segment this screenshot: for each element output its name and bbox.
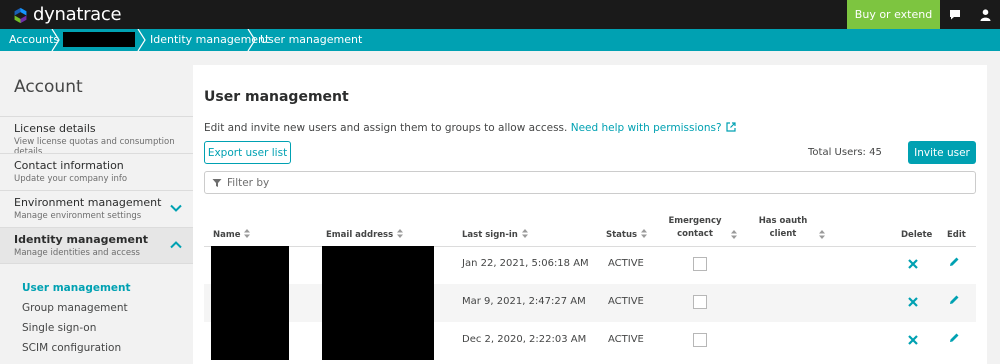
sidebar-item-subtitle: Manage identities and access bbox=[14, 248, 140, 258]
column-header-oauth-client[interactable]: Has oauth client bbox=[757, 215, 809, 241]
sidebar-link-group-management[interactable]: Group management bbox=[22, 302, 128, 314]
column-header-label: Has oauth client bbox=[758, 216, 808, 239]
breadcrumb: Accounts Identity management User manage… bbox=[0, 29, 1000, 51]
email-redacted bbox=[322, 284, 434, 322]
page-title: User management bbox=[204, 89, 349, 105]
sidebar-item-label: Environment management bbox=[14, 196, 162, 209]
sidebar-link-single-sign-on[interactable]: Single sign-on bbox=[22, 322, 96, 334]
breadcrumb-separator-icon bbox=[137, 29, 146, 51]
emergency-contact-checkbox[interactable] bbox=[693, 257, 707, 271]
edit-icon[interactable] bbox=[948, 256, 960, 268]
help-permissions-link[interactable]: Need help with permissions? bbox=[571, 122, 736, 134]
column-header-label: Last sign-in bbox=[462, 230, 518, 240]
column-header-delete: Delete bbox=[901, 230, 933, 240]
sort-icon bbox=[641, 229, 648, 238]
user-icon[interactable] bbox=[970, 0, 1000, 29]
delete-icon[interactable] bbox=[907, 296, 919, 308]
email-redacted bbox=[322, 322, 434, 360]
status-cell: ACTIVE bbox=[608, 334, 644, 345]
sidebar-link-scim-configuration[interactable]: SCIM configuration bbox=[22, 342, 121, 354]
breadcrumb-separator-icon bbox=[247, 29, 256, 51]
table-row: Mar 9, 2021, 2:47:27 AM ACTIVE bbox=[204, 284, 976, 322]
delete-icon[interactable] bbox=[907, 258, 919, 270]
column-header-label: Emergency contact bbox=[668, 216, 722, 239]
sidebar-item-subtitle: Manage environment settings bbox=[14, 211, 142, 221]
sidebar-item-label: Contact information bbox=[14, 159, 124, 172]
column-header-edit: Edit bbox=[947, 230, 966, 240]
last-signin-cell: Mar 9, 2021, 2:47:27 AM bbox=[462, 296, 586, 307]
breadcrumb-separator-icon bbox=[51, 29, 60, 51]
dynatrace-logo-icon bbox=[14, 7, 27, 23]
emergency-contact-checkbox[interactable] bbox=[693, 333, 707, 347]
total-users-count: Total Users: 45 bbox=[808, 147, 882, 158]
main-panel: User management Edit and invite new user… bbox=[193, 65, 987, 364]
sidebar-title: Account bbox=[14, 77, 83, 97]
last-signin-cell: Jan 22, 2021, 5:06:18 AM bbox=[462, 258, 589, 269]
sidebar-item-environment-management[interactable]: Environment management Manage environmen… bbox=[0, 190, 193, 227]
name-redacted bbox=[211, 322, 289, 360]
sidebar: Account License details View license quo… bbox=[0, 51, 193, 364]
delete-icon[interactable] bbox=[907, 334, 919, 346]
sidebar-item-subtitle: Update your company info bbox=[14, 174, 128, 184]
status-cell: ACTIVE bbox=[608, 258, 644, 269]
last-signin-cell: Dec 2, 2020, 2:22:03 AM bbox=[462, 334, 587, 345]
chat-icon[interactable] bbox=[940, 0, 970, 29]
sidebar-item-identity-management[interactable]: Identity management Manage identities an… bbox=[0, 227, 193, 264]
status-cell: ACTIVE bbox=[608, 296, 644, 307]
invite-user-button[interactable]: Invite user bbox=[908, 141, 976, 164]
breadcrumb-account-redacted[interactable] bbox=[63, 32, 135, 47]
sidebar-link-user-management[interactable]: User management bbox=[22, 282, 131, 294]
sidebar-item-contact-information[interactable]: Contact information Update your company … bbox=[0, 153, 193, 190]
chevron-down-icon[interactable] bbox=[169, 201, 183, 215]
export-user-list-button[interactable]: Export user list bbox=[204, 141, 291, 164]
page-description: Edit and invite new users and assign the… bbox=[204, 122, 736, 134]
dynatrace-logo[interactable]: dynatrace bbox=[12, 4, 122, 25]
sort-icon[interactable] bbox=[731, 230, 737, 239]
buy-or-extend-button[interactable]: Buy or extend bbox=[847, 0, 940, 29]
filter-icon bbox=[212, 179, 222, 187]
column-header-label: Status bbox=[606, 230, 638, 240]
name-redacted bbox=[211, 246, 289, 284]
description-text: Edit and invite new users and assign the… bbox=[204, 122, 568, 134]
emergency-contact-checkbox[interactable] bbox=[693, 295, 707, 309]
sidebar-item-label: Identity management bbox=[14, 233, 149, 246]
column-header-name[interactable]: Name bbox=[213, 229, 251, 242]
filter-bar[interactable] bbox=[204, 171, 976, 194]
table-row: Dec 2, 2020, 2:22:03 AM ACTIVE bbox=[204, 322, 976, 360]
chevron-up-icon[interactable] bbox=[169, 238, 183, 252]
sort-icon bbox=[244, 229, 251, 238]
top-bar: dynatrace Buy or extend bbox=[0, 0, 1000, 29]
help-link-label: Need help with permissions? bbox=[570, 122, 722, 134]
column-header-email[interactable]: Email address bbox=[326, 229, 404, 242]
breadcrumb-user-management: User management bbox=[260, 33, 363, 46]
brand-name: dynatrace bbox=[33, 4, 122, 25]
column-header-label: Name bbox=[213, 230, 241, 240]
column-header-status[interactable]: Status bbox=[606, 229, 648, 242]
edit-icon[interactable] bbox=[948, 294, 960, 306]
column-header-label: Email address bbox=[326, 230, 394, 240]
column-header-last-signin[interactable]: Last sign-in bbox=[462, 229, 528, 242]
sort-icon bbox=[521, 229, 528, 238]
sort-icon bbox=[397, 229, 404, 238]
external-link-icon bbox=[725, 122, 736, 132]
name-redacted bbox=[211, 284, 289, 322]
sidebar-item-license-details[interactable]: License details View license quotas and … bbox=[0, 116, 193, 157]
sort-icon[interactable] bbox=[819, 230, 825, 239]
email-redacted bbox=[322, 246, 434, 284]
edit-icon[interactable] bbox=[948, 332, 960, 344]
filter-input[interactable] bbox=[227, 173, 927, 192]
column-header-emergency-contact[interactable]: Emergency contact bbox=[667, 215, 723, 241]
sidebar-item-label: License details bbox=[14, 122, 96, 135]
table-row: Jan 22, 2021, 5:06:18 AM ACTIVE bbox=[204, 246, 976, 284]
